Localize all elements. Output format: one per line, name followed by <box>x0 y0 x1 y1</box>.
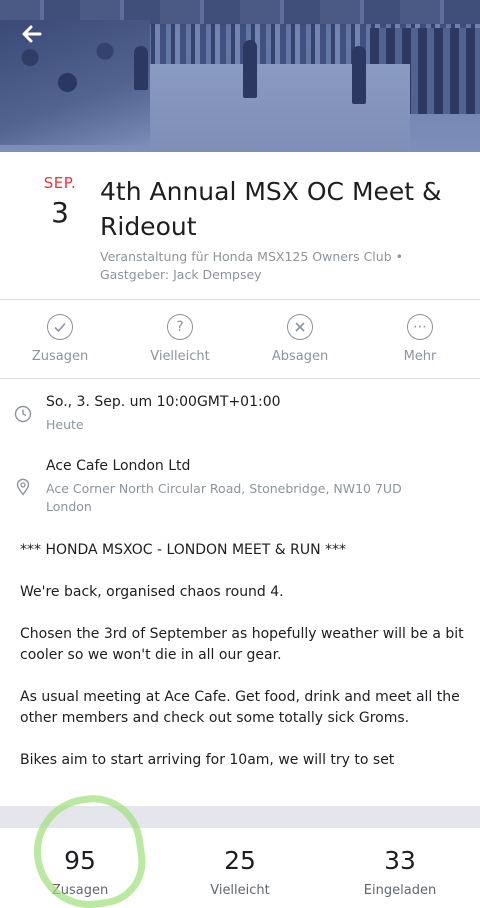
stat-going-label: Zusagen <box>51 883 109 898</box>
section-divider <box>0 806 480 828</box>
event-description: *** HONDA MSXOC - LONDON MEET & RUN *** … <box>20 540 470 800</box>
event-title: 4th Annual MSX OC Meet & Rideout <box>100 177 442 241</box>
event-header: SEP. 3 4th Annual MSX OC Meet & Rideout … <box>0 152 480 300</box>
event-datetime: So., 3. Sep. um 10:00GMT+01:00 <box>46 394 281 410</box>
more-circle-icon: ⋯ <box>407 314 433 340</box>
stat-maybe[interactable]: 25 Vielleicht <box>160 828 320 908</box>
description-paragraph: Chosen the 3rd of September as hopefully… <box>20 626 464 663</box>
question-circle-icon: ? <box>167 314 193 340</box>
stat-going-count: 95 <box>64 846 96 875</box>
event-venue: Ace Cafe London Ltd <box>46 458 191 474</box>
stat-maybe-label: Vielleicht <box>210 883 270 898</box>
event-relative-day: Heute <box>46 417 84 432</box>
cover-person <box>134 46 148 90</box>
event-day: 3 <box>51 196 69 229</box>
going-label: Zusagen <box>31 349 89 364</box>
event-cover-photo <box>0 0 480 152</box>
more-button[interactable]: ⋯ Mehr <box>360 301 480 378</box>
going-button[interactable]: Zusagen <box>0 301 120 378</box>
description-paragraph: Bikes aim to start arriving for 10am, we… <box>20 752 395 768</box>
event-address: Ace Corner North Circular Road, Stonebri… <box>46 481 402 514</box>
description-paragraph: As usual meeting at Ace Cafe. Get food, … <box>20 689 460 726</box>
cover-person <box>243 40 257 98</box>
location-pin-icon <box>14 478 32 496</box>
stat-going[interactable]: 95 Zusagen <box>0 828 160 908</box>
x-circle-icon <box>287 314 313 340</box>
decline-button[interactable]: Absagen <box>240 301 360 378</box>
event-date-badge: SEP. 3 <box>32 174 88 229</box>
more-label: Mehr <box>403 349 437 364</box>
clock-icon <box>14 405 32 423</box>
event-datetime-row[interactable]: So., 3. Sep. um 10:00GMT+01:00 Heute <box>0 392 480 442</box>
rsvp-actions: Zusagen ? Vielleicht Absagen ⋯ Mehr <box>0 301 480 379</box>
event-location-row[interactable]: Ace Cafe London Ltd Ace Corner North Cir… <box>0 456 480 520</box>
event-subtitle[interactable]: Veranstaltung für Honda MSX125 Owners Cl… <box>100 248 460 284</box>
decline-label: Absagen <box>271 349 329 364</box>
back-arrow-icon[interactable] <box>18 20 46 48</box>
cover-ground <box>150 64 410 152</box>
stat-invited[interactable]: 33 Eingeladen <box>320 828 480 908</box>
event-month: SEP. <box>43 174 77 192</box>
guest-stats: 95 Zusagen 25 Vielleicht 33 Eingeladen <box>0 828 480 908</box>
cover-person <box>352 46 366 104</box>
check-circle-icon <box>47 314 73 340</box>
stat-invited-count: 33 <box>384 846 416 875</box>
maybe-label: Vielleicht <box>150 349 210 364</box>
stat-maybe-count: 25 <box>224 846 256 875</box>
description-paragraph: *** HONDA MSXOC - LONDON MEET & RUN *** <box>20 542 346 558</box>
stat-invited-label: Eingeladen <box>363 883 437 898</box>
description-paragraph: We're back, organised chaos round 4. <box>20 584 284 600</box>
maybe-button[interactable]: ? Vielleicht <box>120 301 240 378</box>
